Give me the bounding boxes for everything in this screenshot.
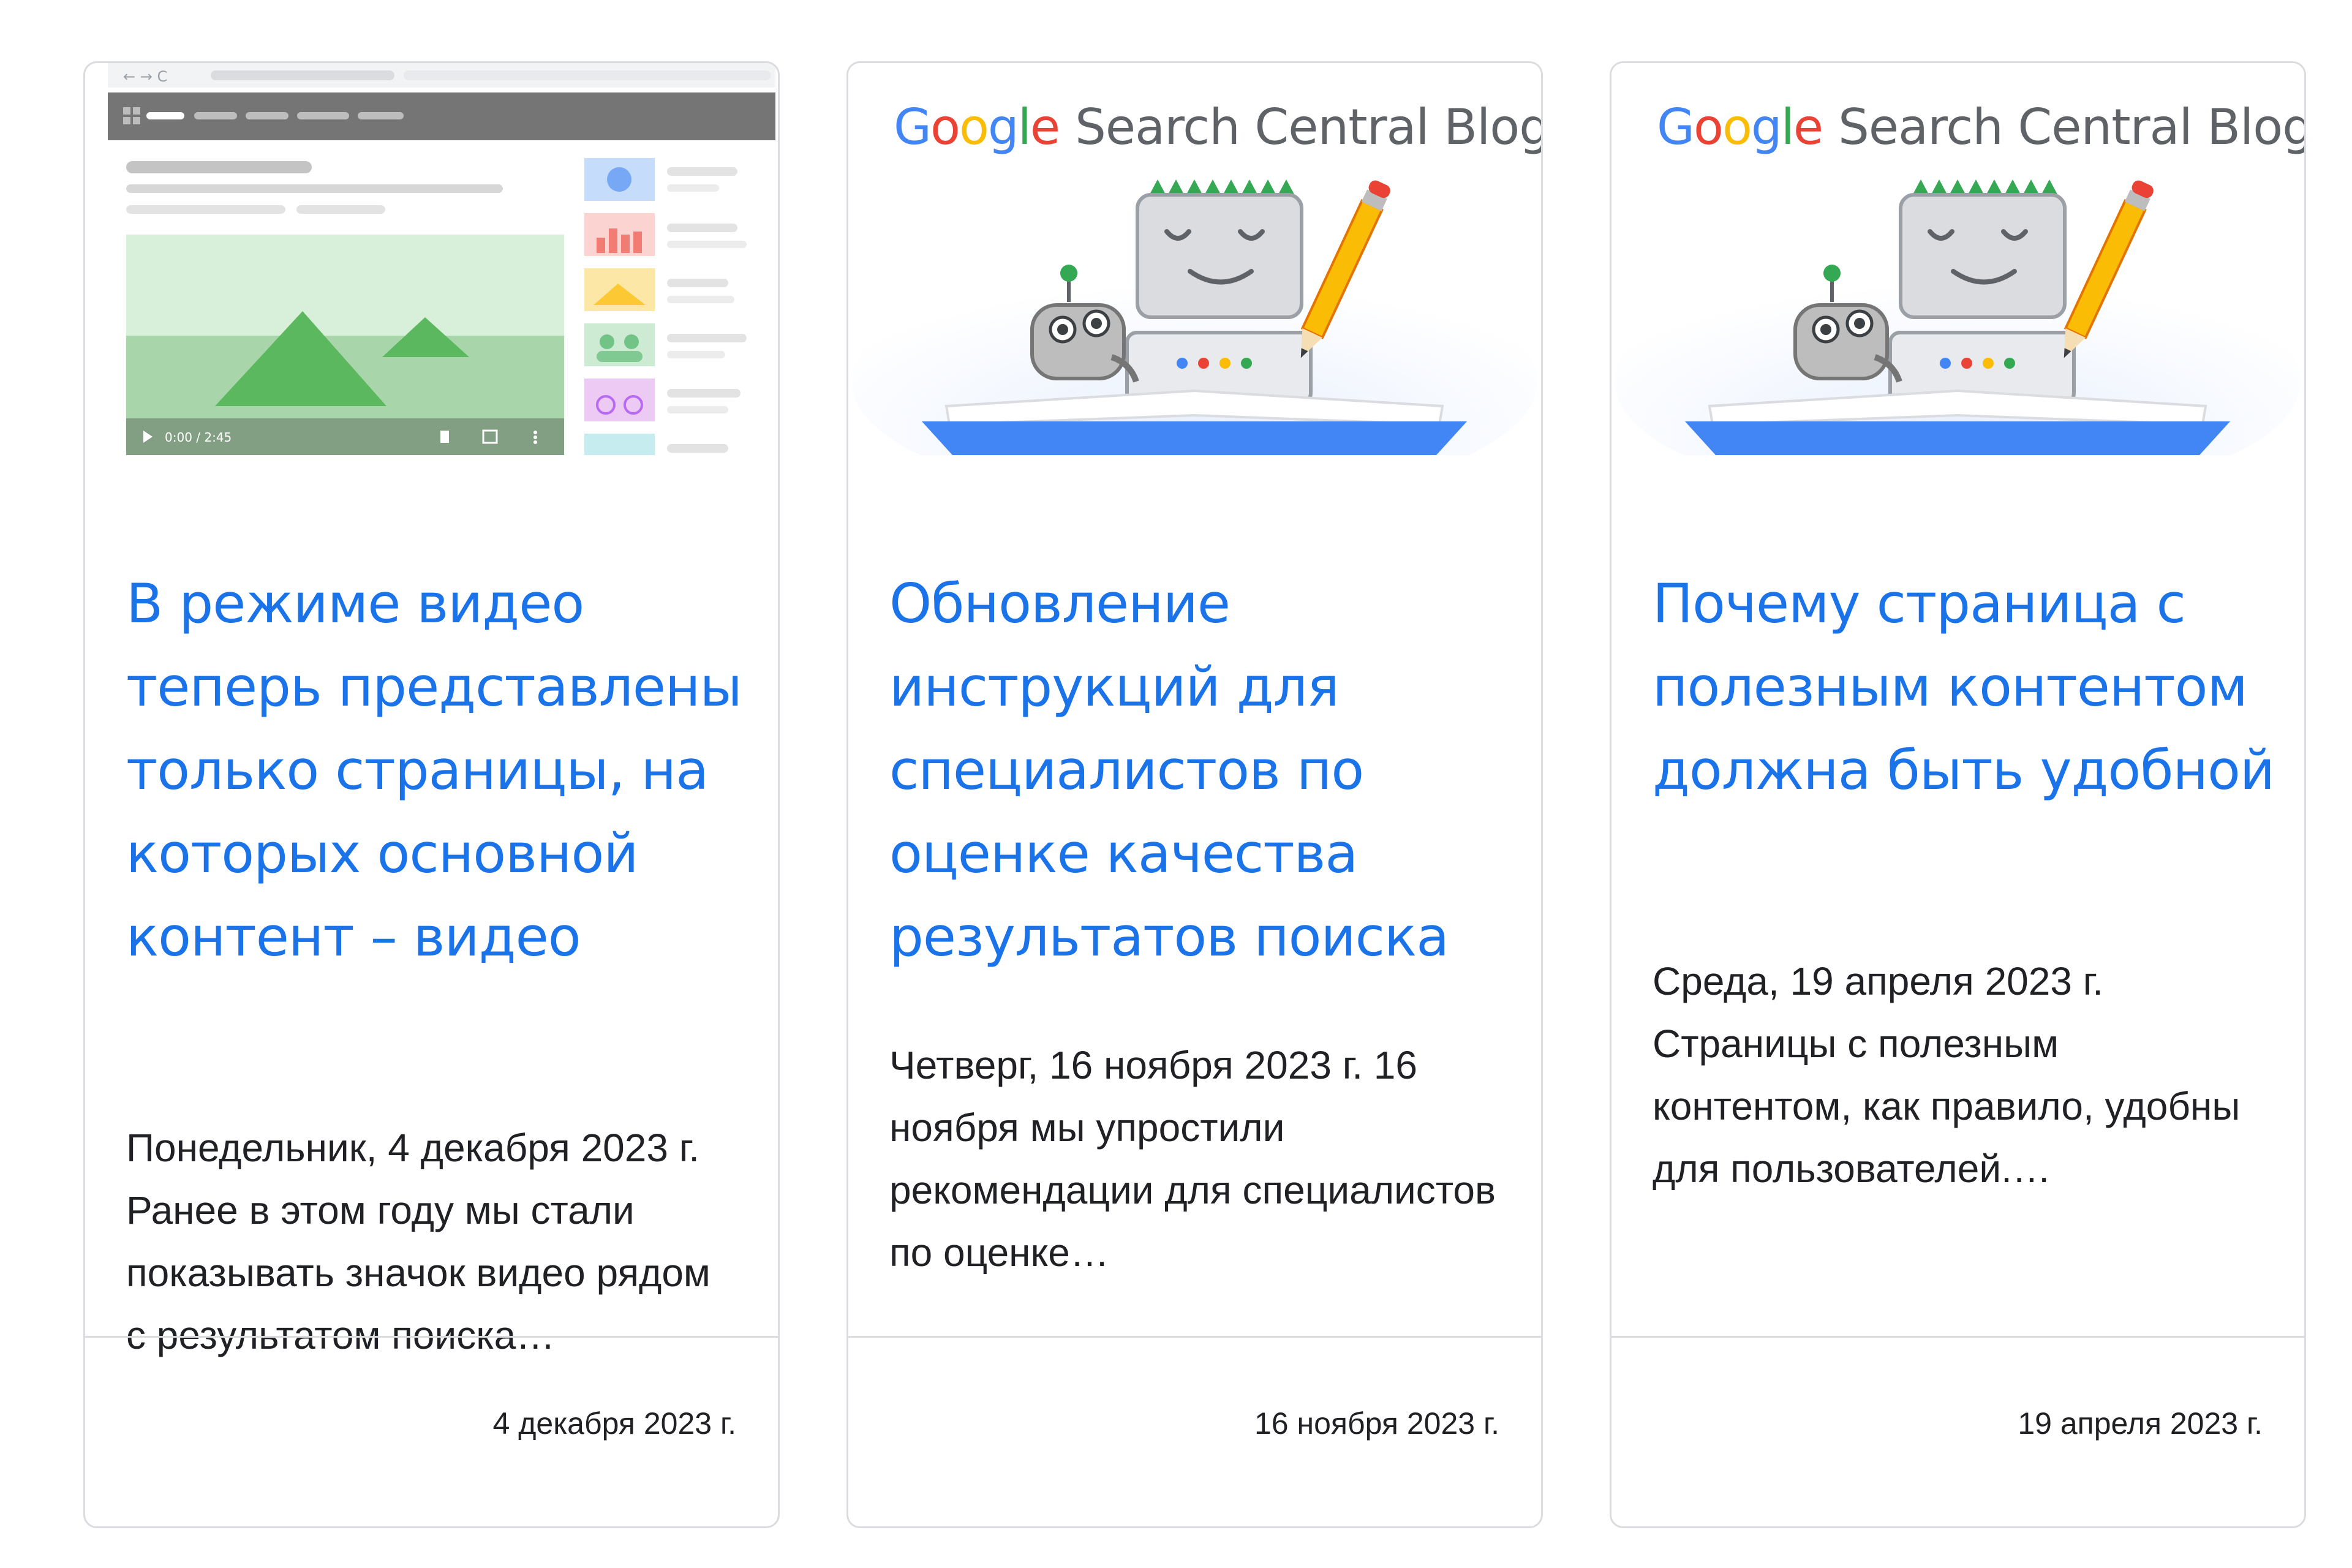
video-mode-illustration: ← → C 0:00 / 2:45 (108, 63, 775, 455)
logo-text: Search Central Blog (1075, 99, 1541, 156)
card-title-link[interactable]: Обновление инструкций для специалистов п… (889, 562, 1514, 979)
card-footer: 16 ноября 2023 г. (848, 1336, 1541, 1526)
blog-card-page-experience[interactable]: Google Search Central Blog Почему страниц… (1610, 61, 2306, 1528)
card-snippet: Понедельник, 4 декабря 2023 г. Ранее в э… (126, 1126, 710, 1357)
blog-card-video-mode[interactable]: ← → C 0:00 / 2:45 В режиме видео теперь … (83, 61, 780, 1528)
card-thumbnail-blog-logo: Google Search Central Blog (848, 63, 1541, 455)
card-title-link[interactable]: Почему страница с полезным контентом дол… (1653, 562, 2277, 812)
card-footer: 19 апреля 2023 г. (1611, 1336, 2304, 1526)
svg-text:← → C: ← → C (123, 68, 167, 85)
card-date: 4 декабря 2023 г. (492, 1406, 736, 1441)
google-search-central-logo: Google Search Central Blog (894, 94, 1541, 161)
card-date: 19 апреля 2023 г. (2018, 1406, 2263, 1441)
card-date: 16 ноября 2023 г. (1254, 1406, 1499, 1441)
card-thumbnail-blog-logo: Google Search Central Blog (1611, 63, 2304, 455)
logo-text: Search Central Blog (1838, 99, 2304, 156)
blog-card-rater-guidelines[interactable]: Google Search Central Blog Обновление инс… (846, 61, 1543, 1528)
google-search-central-logo: Google Search Central Blog (1657, 94, 2304, 161)
card-thumbnail-video-mode: ← → C 0:00 / 2:45 (85, 63, 778, 455)
blog-cards-grid: ← → C 0:00 / 2:45 В режиме видео теперь … (0, 0, 2352, 1568)
card-title-link[interactable]: В режиме видео теперь представлены тольк… (126, 562, 751, 979)
svg-text:0:00 / 2:45: 0:00 / 2:45 (165, 430, 232, 445)
card-snippet: Среда, 19 апреля 2023 г. Страницы с поле… (1653, 959, 2241, 1191)
card-snippet: Четверг, 16 ноября 2023 г. 16 ноября мы … (889, 1043, 1496, 1275)
card-footer: 4 декабря 2023 г. (85, 1336, 778, 1526)
